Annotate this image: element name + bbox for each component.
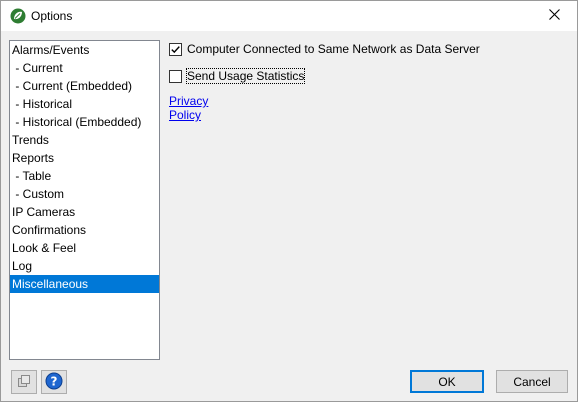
- close-button[interactable]: [531, 1, 577, 31]
- svg-text:?: ?: [51, 374, 58, 388]
- window-title: Options: [31, 9, 73, 23]
- usage-stats-label: Send Usage Statistics: [185, 68, 306, 84]
- category-list[interactable]: Alarms/Events - Current - Current (Embed…: [9, 40, 160, 360]
- same-network-label: Computer Connected to Same Network as Da…: [187, 42, 480, 56]
- leaf-logo-icon: [10, 8, 26, 24]
- list-item-miscellaneous[interactable]: Miscellaneous: [10, 275, 159, 293]
- restore-window-button[interactable]: [11, 370, 37, 394]
- same-network-option[interactable]: Computer Connected to Same Network as Da…: [169, 40, 480, 58]
- list-item-reports-table[interactable]: - Table: [10, 167, 159, 185]
- list-item-alarms-current-embedded[interactable]: - Current (Embedded): [10, 77, 159, 95]
- list-item-alarms-historical-embedded[interactable]: - Historical (Embedded): [10, 113, 159, 131]
- list-item-log[interactable]: Log: [10, 257, 159, 275]
- list-item-alarms-historical[interactable]: - Historical: [10, 95, 159, 113]
- help-button[interactable]: ?: [41, 370, 67, 394]
- list-item-confirmations[interactable]: Confirmations: [10, 221, 159, 239]
- list-item-reports[interactable]: Reports: [10, 149, 159, 167]
- list-item-reports-custom[interactable]: - Custom: [10, 185, 159, 203]
- list-item-ip-cameras[interactable]: IP Cameras: [10, 203, 159, 221]
- usage-stats-option[interactable]: Send Usage Statistics: [169, 67, 306, 85]
- options-dialog: Options Alarms/Events - Current - Curren…: [0, 0, 578, 402]
- help-icon: ?: [45, 372, 63, 393]
- privacy-policy-link[interactable]: Privacy Policy: [169, 94, 208, 122]
- checkmark-icon: [171, 45, 180, 53]
- close-icon: [548, 9, 560, 23]
- list-item-alarms-events[interactable]: Alarms/Events: [10, 41, 159, 59]
- usage-stats-checkbox[interactable]: [169, 69, 182, 83]
- ok-button[interactable]: OK: [410, 370, 484, 393]
- same-network-checkbox[interactable]: [169, 42, 182, 56]
- window-restore-icon: [17, 374, 31, 391]
- cancel-button[interactable]: Cancel: [496, 370, 568, 393]
- list-item-look-and-feel[interactable]: Look & Feel: [10, 239, 159, 257]
- list-item-trends[interactable]: Trends: [10, 131, 159, 149]
- list-item-alarms-current[interactable]: - Current: [10, 59, 159, 77]
- title-bar: Options: [1, 1, 577, 31]
